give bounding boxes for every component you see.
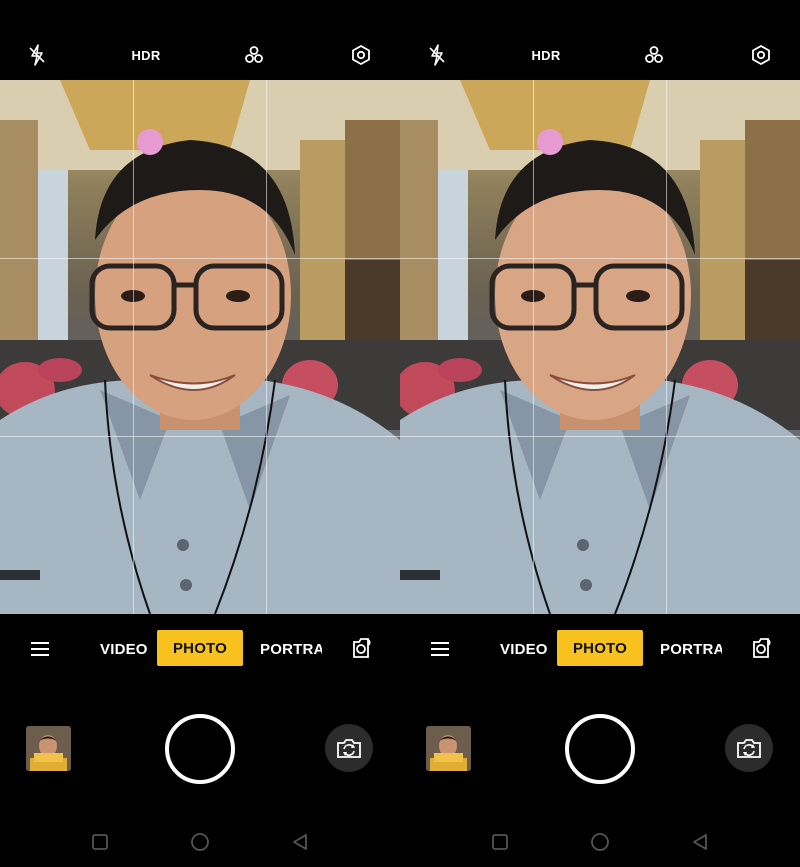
- grid-line: [0, 258, 400, 259]
- camera-controls: [0, 684, 400, 814]
- camera-top-bar: HDR: [0, 0, 400, 80]
- gallery-thumbnail[interactable]: [26, 726, 71, 771]
- beauty-mode-icon[interactable]: [750, 636, 772, 660]
- mode-selector-bar: VIDEO PHOTO PORTRAIT: [400, 614, 800, 684]
- home-circle-icon[interactable]: [590, 832, 610, 852]
- camera-viewfinder[interactable]: [400, 80, 800, 614]
- flash-off-icon[interactable]: [423, 41, 451, 69]
- hdr-toggle[interactable]: HDR: [126, 41, 166, 69]
- camera-viewfinder[interactable]: [0, 80, 400, 614]
- recents-square-icon[interactable]: [490, 832, 510, 852]
- shutter-button[interactable]: [165, 714, 235, 784]
- settings-icon[interactable]: [747, 41, 775, 69]
- mode-selector-bar: VIDEO PHOTO PORTRAIT: [0, 614, 400, 684]
- back-triangle-icon[interactable]: [690, 832, 710, 852]
- recents-square-icon[interactable]: [90, 832, 110, 852]
- switch-camera-icon[interactable]: [325, 724, 373, 772]
- grid-line: [266, 80, 267, 614]
- mode-photo[interactable]: PHOTO: [157, 630, 243, 666]
- grid-line: [533, 80, 534, 614]
- grid-line: [400, 436, 800, 437]
- back-triangle-icon[interactable]: [290, 832, 310, 852]
- mode-portrait[interactable]: PORTRAIT: [260, 641, 322, 658]
- beauty-mode-icon[interactable]: [350, 636, 372, 660]
- filter-icon[interactable]: [640, 41, 668, 69]
- selfie-preview-image: [400, 80, 800, 614]
- grid-line: [133, 80, 134, 614]
- grid-line: [400, 258, 800, 259]
- flash-off-icon[interactable]: [23, 41, 51, 69]
- home-circle-icon[interactable]: [190, 832, 210, 852]
- settings-icon[interactable]: [347, 41, 375, 69]
- shutter-button[interactable]: [565, 714, 635, 784]
- camera-controls: [400, 684, 800, 814]
- grid-line: [0, 436, 400, 437]
- switch-camera-icon[interactable]: [725, 724, 773, 772]
- mode-photo[interactable]: PHOTO: [557, 630, 643, 666]
- gallery-thumbnail[interactable]: [426, 726, 471, 771]
- hdr-toggle[interactable]: HDR: [526, 41, 566, 69]
- camera-screen-right: HDR VIDEO PHOTO PORTRA: [400, 0, 800, 867]
- system-nav-bar: [400, 814, 800, 867]
- filter-icon[interactable]: [240, 41, 268, 69]
- hamburger-menu-icon[interactable]: [28, 638, 52, 660]
- hamburger-menu-icon[interactable]: [428, 638, 452, 660]
- mode-portrait[interactable]: PORTRAIT: [660, 641, 722, 658]
- grid-line: [666, 80, 667, 614]
- mode-video[interactable]: VIDEO: [100, 641, 148, 658]
- mode-video[interactable]: VIDEO: [500, 641, 548, 658]
- system-nav-bar: [0, 814, 400, 867]
- camera-top-bar: HDR: [400, 0, 800, 80]
- selfie-preview-image: [0, 80, 400, 614]
- camera-screen-left: HDR VIDEO PHOTO PORTRA: [0, 0, 400, 867]
